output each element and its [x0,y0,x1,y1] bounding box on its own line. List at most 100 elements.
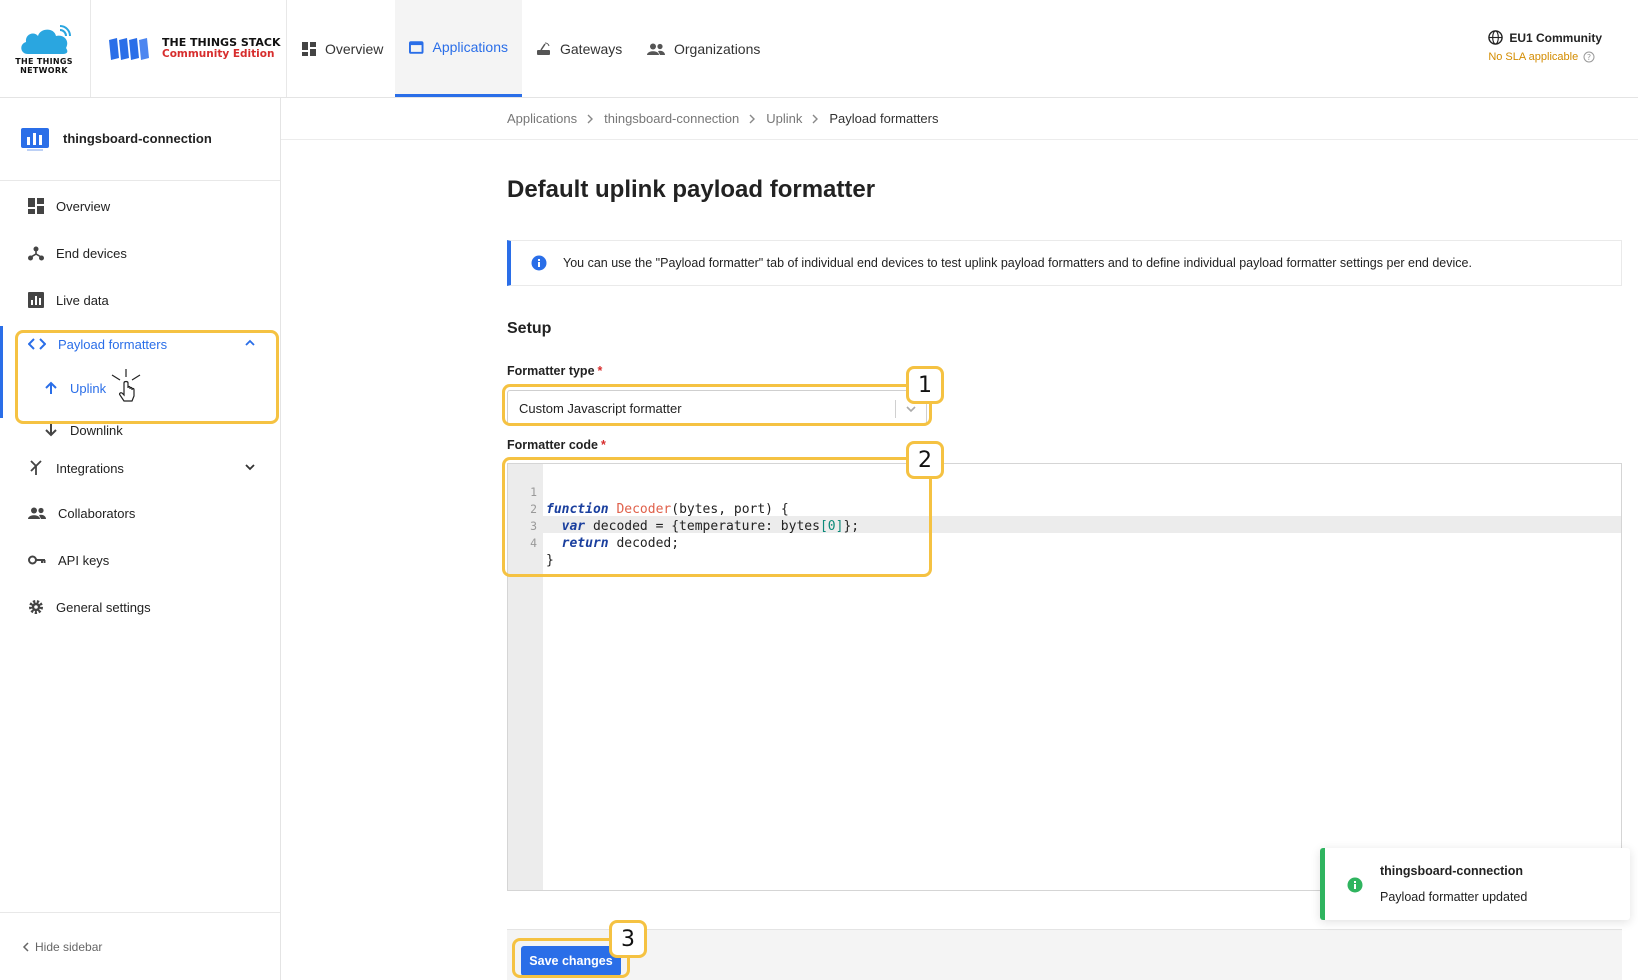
chevron-up-icon [245,339,255,346]
formatter-code-label: Formatter code * [507,438,606,452]
save-changes-button[interactable]: Save changes [521,946,621,976]
nav-organizations-label: Organizations [674,40,761,57]
gateway-icon [537,42,550,55]
page-title: Default uplink payload formatter [507,176,876,203]
sidebar-item-label: Collaborators [58,505,136,521]
code-icon [28,338,46,350]
arrow-up-icon [45,381,57,394]
required-mark: * [601,438,606,452]
chevron-right-icon [587,114,594,123]
ttn-logo-text: THE THINGS NETWORK [15,57,73,75]
application-icon [409,40,424,54]
annotation-badge-3: 3 [609,920,647,958]
people-icon [647,43,665,55]
tts-edition: Community Edition [162,48,275,60]
sidebar: thingsboard-connection Overview End devi… [0,98,281,980]
sidebar-item-label: Payload formatters [58,336,168,352]
nav-overview[interactable]: Overview [288,0,397,97]
sidebar-item-label: General settings [56,599,151,615]
help-icon[interactable]: ? [1583,51,1595,63]
gear-icon [29,600,43,614]
bar-chart-icon [28,292,44,308]
dashboard-icon [28,198,44,214]
breadcrumb-applications[interactable]: Applications [507,111,577,126]
annotation-badge-1: 1 [906,366,944,404]
select-separator [895,400,896,418]
sidebar-item-label: Live data [56,292,109,308]
sidebar-app-name: thingsboard-connection [63,131,212,146]
info-notification: You can use the "Payload formatter" tab … [507,240,1622,286]
code-line-text: } [546,553,554,568]
sidebar-item-end-devices[interactable]: End devices [0,233,280,273]
sidebar-item-label: Overview [56,198,111,214]
sidebar-item-label: End devices [56,245,127,261]
hide-sidebar-label: Hide sidebar [35,939,103,954]
line-number: 4 [530,536,537,550]
breadcrumb-application[interactable]: thingsboard-connection [604,111,739,126]
sidebar-item-uplink[interactable]: Uplink [0,368,280,408]
chevron-right-icon [749,114,756,123]
code-line: 4 } [508,518,586,568]
chevron-down-icon [245,464,255,471]
toast-message: Payload formatter updated [1380,890,1528,904]
sidebar-item-label: Downlink [70,422,123,438]
arrow-down-icon [45,424,57,437]
breadcrumb-uplink[interactable]: Uplink [766,111,802,126]
sidebar-item-label: API keys [58,552,110,568]
sidebar-item-collaborators[interactable]: Collaborators [0,493,280,533]
devices-icon [28,246,44,261]
chevron-right-icon [812,114,819,123]
info-icon [531,255,547,271]
save-bar: Save changes [507,929,1622,980]
sla-label: No SLA applicable [1488,51,1579,63]
app-root: THE THINGS NETWORK THE THINGS STACK Comm… [0,0,1638,980]
sidebar-item-live-data[interactable]: Live data [0,280,280,320]
formatter-type-label-text: Formatter type [507,364,595,378]
tts-logo[interactable]: THE THINGS STACK Community Edition [91,0,287,97]
sidebar-item-label: Integrations [56,460,124,476]
sidebar-item-payload-formatters[interactable]: Payload formatters [0,324,280,364]
nav-applications-label: Applications [432,39,509,55]
required-mark: * [597,364,603,378]
sidebar-item-integrations[interactable]: Integrations [0,448,280,488]
ttn-logo[interactable]: THE THINGS NETWORK [0,0,91,97]
sidebar-item-api-keys[interactable]: API keys [0,540,280,580]
cloud-logo-icon [21,25,71,54]
nav-gateways-label: Gateways [560,40,623,57]
editor-code[interactable]: 1 function Decoder(bytes, port) { 2 var … [508,467,859,568]
tts-mark-icon [109,38,149,60]
code-line: 2 var decoded = {temperature: bytes[0]}; [508,484,859,534]
breadcrumb: Applications thingsboard-connection Upli… [507,111,939,126]
hide-sidebar-button[interactable]: Hide sidebar [0,912,280,980]
region-label: EU1 Community [1509,30,1602,45]
dashboard-icon [302,41,316,56]
breadcrumb-bar: Applications thingsboard-connection Upli… [281,98,1638,140]
annotation-badge-2: 2 [906,441,944,479]
svg-text:?: ? [1587,53,1591,62]
info-icon [1347,877,1363,893]
key-icon [28,555,46,565]
formatter-type-label: Formatter type * [507,364,602,378]
sidebar-app-header: thingsboard-connection [0,98,280,181]
chevron-down-icon [906,406,916,413]
sidebar-item-overview[interactable]: Overview [0,186,280,226]
region-selector[interactable]: EU1 Community No SLA applicable ? [1488,30,1602,63]
nav-gateways[interactable]: Gateways [522,0,636,97]
code-line: 1 function Decoder(bytes, port) { [508,467,789,517]
breadcrumb-current: Payload formatters [829,111,939,126]
sidebar-item-downlink[interactable]: Downlink [0,410,280,450]
nav-overview-label: Overview [325,40,384,57]
chevron-left-icon [22,941,29,952]
formatter-code-label-text: Formatter code [507,438,598,452]
section-title-setup: Setup [507,320,552,337]
sidebar-item-general-settings[interactable]: General settings [0,587,280,627]
info-text: You can use the "Payload formatter" tab … [563,256,1472,270]
toast-notification[interactable]: thingsboard-connection Payload formatter… [1320,848,1630,920]
top-header: THE THINGS NETWORK THE THINGS STACK Comm… [0,0,1638,98]
code-editor[interactable]: 1 function Decoder(bytes, port) { 2 var … [507,463,1622,891]
globe-icon [1488,30,1504,45]
nav-applications[interactable]: Applications [395,0,522,97]
sidebar-item-label: Uplink [70,380,107,396]
formatter-type-select[interactable]: Custom Javascript formatter [507,390,927,426]
nav-organizations[interactable]: Organizations [633,0,774,97]
